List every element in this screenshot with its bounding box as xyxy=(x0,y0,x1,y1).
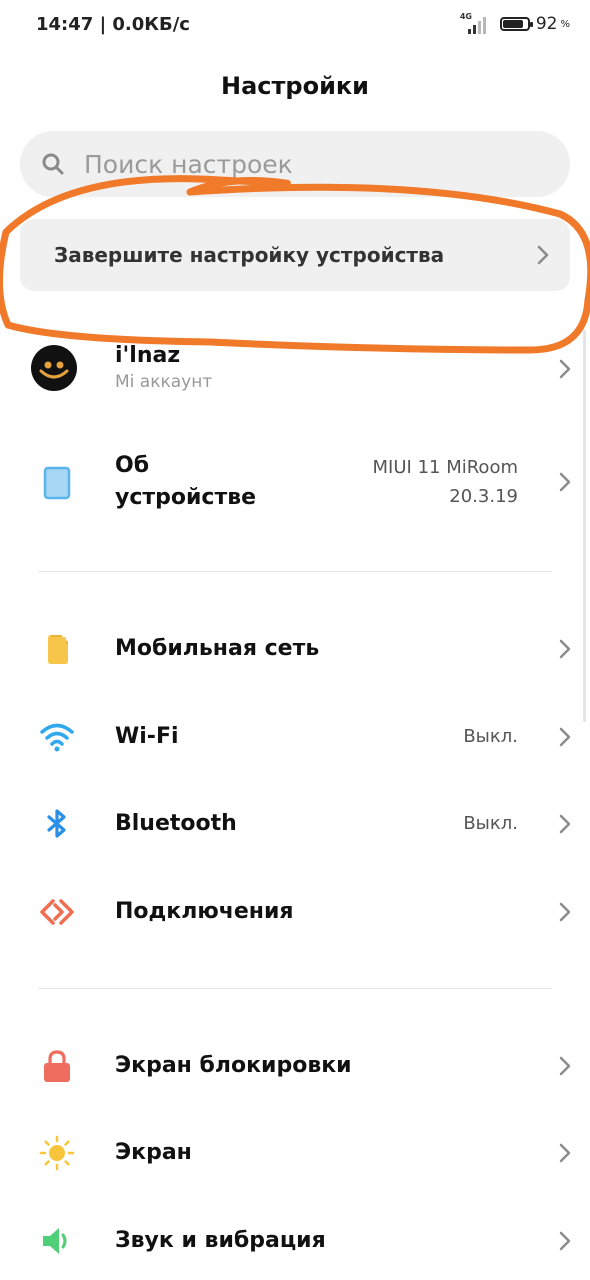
finish-setup-label: Завершите настройку устройства xyxy=(54,243,445,267)
finish-setup-card[interactable]: Завершите настройку устройства xyxy=(20,219,570,291)
settings-item-wifi[interactable]: Wi-Fi Выкл. xyxy=(0,712,590,762)
battery-percent-sign: % xyxy=(560,18,570,30)
chevron-right-icon xyxy=(537,245,549,265)
chevron-right-icon xyxy=(559,902,571,922)
settings-item-connections[interactable]: Подключения xyxy=(0,887,590,937)
scrollbar[interactable] xyxy=(583,330,586,722)
wifi-icon xyxy=(38,718,76,756)
settings-item-bluetooth[interactable]: Bluetooth Выкл. xyxy=(0,799,590,849)
chevron-right-icon xyxy=(559,814,571,834)
item-label: Мобильная сеть xyxy=(115,636,320,661)
item-label: Bluetooth xyxy=(115,811,237,836)
avatar xyxy=(30,344,78,392)
bluetooth-icon xyxy=(38,805,76,843)
account-name: i'lnaz xyxy=(115,343,181,368)
chevron-right-icon xyxy=(559,639,571,659)
section-divider xyxy=(38,988,552,989)
search-bar[interactable]: Поиск настроек xyxy=(20,131,570,197)
bluetooth-status: Выкл. xyxy=(463,813,518,834)
about-title-line1: Об xyxy=(115,453,150,478)
connection-icon xyxy=(38,893,76,931)
chevron-right-icon xyxy=(559,727,571,747)
about-device-row[interactable]: Об устройстве MIUI 11 MiRoom 20.3.19 xyxy=(0,448,590,518)
status-indicators: 4G 92 % xyxy=(460,12,570,34)
sim-card-icon xyxy=(38,630,76,668)
settings-item-lock-screen[interactable]: Экран блокировки xyxy=(0,1041,590,1091)
signal-icon: 4G xyxy=(460,12,494,34)
item-label: Экран блокировки xyxy=(115,1053,352,1078)
item-label: Звук и вибрация xyxy=(115,1228,326,1253)
settings-item-mobile-network[interactable]: Мобильная сеть xyxy=(0,624,590,674)
chevron-right-icon xyxy=(559,1056,571,1076)
miui-version-line2: 20.3.19 xyxy=(449,486,518,507)
battery-icon xyxy=(499,17,533,31)
about-title-line2: устройстве xyxy=(115,485,257,510)
page-title: Настройки xyxy=(220,72,369,100)
account-row[interactable]: i'lnaz Mi аккаунт xyxy=(0,336,590,400)
sun-icon xyxy=(38,1134,76,1172)
lock-icon xyxy=(38,1047,76,1085)
chevron-right-icon xyxy=(559,472,571,492)
wifi-status: Выкл. xyxy=(463,726,518,747)
item-label: Экран xyxy=(115,1140,192,1165)
chevron-right-icon xyxy=(559,1143,571,1163)
item-label: Подключения xyxy=(115,899,294,924)
chevron-right-icon xyxy=(559,359,571,379)
search-placeholder: Поиск настроек xyxy=(84,149,293,179)
status-time: 14:47 | 0.0КБ/с xyxy=(36,14,190,35)
status-bar: 14:47 | 0.0КБ/с 4G 92 % xyxy=(0,0,590,56)
item-label: Wi-Fi xyxy=(115,724,179,749)
miui-version-line1: MIUI 11 MiRoom xyxy=(372,457,518,478)
section-divider xyxy=(38,571,552,572)
settings-item-sound[interactable]: Звук и вибрация xyxy=(0,1216,590,1266)
search-icon xyxy=(42,153,64,175)
smiley-icon xyxy=(39,361,69,379)
account-subtitle: Mi аккаунт xyxy=(115,372,213,392)
battery-percent: 92 xyxy=(535,14,558,34)
device-icon xyxy=(38,464,76,502)
chevron-right-icon xyxy=(559,1231,571,1251)
speaker-icon xyxy=(38,1222,76,1260)
settings-item-display[interactable]: Экран xyxy=(0,1128,590,1178)
